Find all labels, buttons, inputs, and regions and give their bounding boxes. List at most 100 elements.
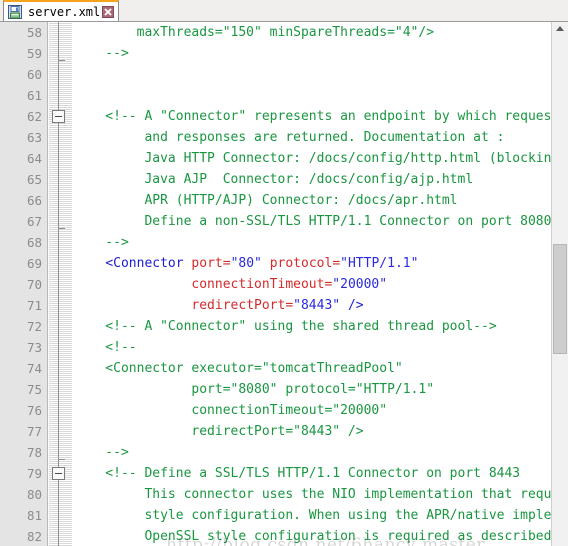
line-number: 80 <box>26 487 42 502</box>
code-token-attr: protocol <box>269 256 333 271</box>
fold-end-tick <box>58 459 65 460</box>
line-number: 59 <box>26 46 42 61</box>
code-line[interactable]: connectionTimeout="20000" <box>74 400 551 421</box>
code-token-cmt: Java AJP Connector: /docs/config/ajp.htm… <box>74 172 474 187</box>
code-line[interactable]: and responses are returned. Documentatio… <box>74 127 551 148</box>
line-number: 77 <box>26 424 42 439</box>
code-token-cmt: style configuration. When using the APR/… <box>74 508 551 523</box>
code-token-cmt: maxThreads="150" minSpareThreads="4"/> <box>74 25 435 40</box>
code-token-val: "80" <box>230 256 262 271</box>
code-line[interactable]: <Connector executor="tomcatThreadPool" <box>74 358 551 379</box>
fold-end-tick <box>58 228 65 229</box>
code-token-cmt: OpenSSL style configuration is required … <box>74 529 551 544</box>
code-token-cmt: Define a non-SSL/TLS HTTP/1.1 Connector … <box>74 214 551 229</box>
code-line[interactable]: --> <box>74 232 551 253</box>
code-token-attr: = <box>222 256 231 271</box>
code-token-cmt: --> <box>74 235 129 250</box>
code-token-cmt: --> <box>74 445 129 460</box>
code-token-tag: /> <box>347 298 364 313</box>
code-token-cmt: <!-- A "Connector" represents an endpoin… <box>74 109 551 124</box>
scrollbar-thumb[interactable] <box>553 244 567 354</box>
code-text-area[interactable]: maxThreads="150" minSpareThreads="4"/> -… <box>74 22 551 546</box>
code-line[interactable]: style configuration. When using the APR/… <box>74 505 551 526</box>
code-token-cmt: This connector uses the NIO implementati… <box>74 487 551 502</box>
line-number: 73 <box>26 340 42 355</box>
code-line[interactable]: OpenSSL style configuration is required … <box>74 526 551 546</box>
code-line[interactable]: --> <box>74 442 551 463</box>
line-number: 69 <box>26 256 42 271</box>
editor-body: 58 59 60 61 62 63 64 65 66 67 68 69 70 71 72 73 74 75 76 77… <box>0 22 568 546</box>
line-number: 78 <box>26 445 42 460</box>
code-token-attr: port <box>191 256 223 271</box>
fold-collapse-box[interactable] <box>52 110 65 123</box>
fold-collapse-box[interactable] <box>52 467 65 480</box>
code-token-cmt: <!-- Define a SSL/TLS HTTP/1.1 Connector… <box>74 466 521 481</box>
line-number: 82 <box>26 529 42 544</box>
code-line[interactable]: redirectPort="8443" /> <box>74 421 551 442</box>
line-number: 81 <box>26 508 42 523</box>
line-number: 60 <box>26 67 42 82</box>
tab-label: server.xml <box>28 4 101 19</box>
code-line[interactable]: This connector uses the NIO implementati… <box>74 484 551 505</box>
floppy-disk-icon <box>8 4 22 19</box>
code-token-cmt: <!-- <box>74 340 137 355</box>
code-line[interactable]: maxThreads="150" minSpareThreads="4"/> <box>74 22 551 43</box>
scroll-up-button[interactable] <box>552 22 568 38</box>
code-line[interactable]: --> <box>74 43 551 64</box>
code-line[interactable]: Java HTTP Connector: /docs/config/http.h… <box>74 148 551 169</box>
code-token-cmt: Java HTTP Connector: /docs/config/http.h… <box>74 151 551 166</box>
code-token-cmt: connectionTimeout="20000" <box>74 403 388 418</box>
vertical-scrollbar[interactable] <box>551 22 568 546</box>
code-line[interactable]: <!-- A "Connector" represents an endpoin… <box>74 106 551 127</box>
code-token-cmt: APR (HTTP/AJP) Connector: /docs/apr.html <box>74 193 458 208</box>
code-token-attr: connectionTimeout <box>191 277 325 292</box>
fold-column-edge <box>72 22 73 546</box>
code-token-val: "20000" <box>332 277 388 292</box>
line-number: 58 <box>26 25 42 40</box>
code-token-cmt: redirectPort="8443" /> <box>74 424 364 439</box>
code-token-val: "HTTP/1.1" <box>340 256 419 271</box>
code-editor-window: server.xml 58 59 60 61 62 63 64 65 66 67 68 69 70 71 7… <box>0 0 568 546</box>
close-icon[interactable] <box>102 5 115 18</box>
code-line[interactable]: <!-- Define a SSL/TLS HTTP/1.1 Connector… <box>74 463 551 484</box>
code-token-cmt: <!-- A "Connector" using the shared thre… <box>74 319 497 334</box>
code-line[interactable]: redirectPort="8443" /> <box>74 295 551 316</box>
line-number: 72 <box>26 319 42 334</box>
code-token-cmt: port="8080" protocol="HTTP/1.1" <box>74 382 435 397</box>
code-line[interactable]: connectionTimeout="20000" <box>74 274 551 295</box>
code-line[interactable]: <!-- A "Connector" using the shared thre… <box>74 316 551 337</box>
line-number: 61 <box>26 88 42 103</box>
line-number: 68 <box>26 235 42 250</box>
line-number: 74 <box>26 361 42 376</box>
code-token-cmt: <Connector executor="tomcatThreadPool" <box>74 361 403 376</box>
code-line[interactable]: port="8080" protocol="HTTP/1.1" <box>74 379 551 400</box>
code-token-cmt: --> <box>74 46 129 61</box>
line-number: 66 <box>26 193 42 208</box>
chevron-up-icon <box>552 26 568 32</box>
code-line[interactable]: <!-- <box>74 337 551 358</box>
code-line[interactable]: APR (HTTP/AJP) Connector: /docs/apr.html <box>74 190 551 211</box>
code-token-attr: = <box>332 256 341 271</box>
line-number: 76 <box>26 403 42 418</box>
code-line[interactable]: Java AJP Connector: /docs/config/ajp.htm… <box>74 169 551 190</box>
code-folding-column[interactable] <box>49 22 73 546</box>
line-number: 71 <box>26 298 42 313</box>
code-line[interactable] <box>74 85 551 106</box>
code-line[interactable] <box>74 64 551 85</box>
code-token-attr: = <box>285 298 294 313</box>
line-number: 65 <box>26 172 42 187</box>
code-line[interactable]: Define a non-SSL/TLS HTTP/1.1 Connector … <box>74 211 551 232</box>
tab-server-xml[interactable]: server.xml <box>3 0 120 21</box>
line-number-gutter: 58 59 60 61 62 63 64 65 66 67 68 69 70 71 72 73 74 75 76 77… <box>0 22 48 546</box>
fold-end-tick <box>58 60 65 61</box>
code-line[interactable]: <Connector port="80" protocol="HTTP/1.1" <box>74 253 551 274</box>
line-number: 70 <box>26 277 42 292</box>
line-number: 62 <box>26 109 42 124</box>
code-token-val: "8443" <box>293 298 341 313</box>
code-token-tag: <Connector <box>105 256 184 271</box>
